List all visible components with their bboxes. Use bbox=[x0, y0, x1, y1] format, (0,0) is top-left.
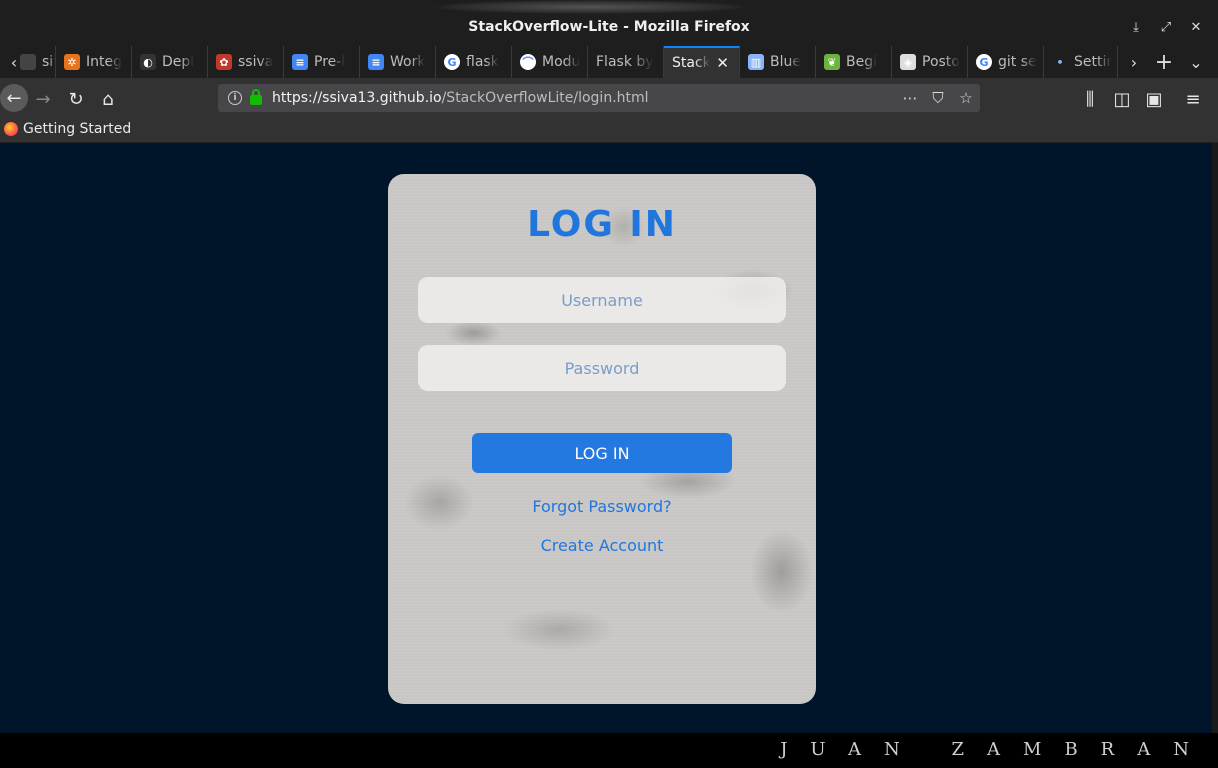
login-card: LOG IN LOG IN Forgot Password? Create Ac… bbox=[388, 174, 816, 704]
tab-label: Blue bbox=[770, 54, 801, 70]
bookmark-star-icon[interactable]: ☆ bbox=[956, 88, 976, 108]
tab-label: Posto bbox=[922, 54, 960, 70]
tab-5[interactable]: ≡ Work bbox=[360, 46, 436, 78]
page-viewport: LOG IN LOG IN Forgot Password? Create Ac… bbox=[0, 143, 1212, 733]
minimize-icon[interactable]: ⤓ bbox=[1126, 20, 1146, 35]
close-window-icon[interactable]: ✕ bbox=[1186, 20, 1206, 35]
bookmarks-toolbar: Getting Started bbox=[0, 118, 1218, 143]
tab-favicon-icon: G bbox=[976, 54, 992, 70]
tab-13[interactable]: Ggit se bbox=[968, 46, 1044, 78]
tab-1[interactable]: ✲ Integ bbox=[56, 46, 132, 78]
scrollbar-track[interactable] bbox=[1212, 143, 1218, 733]
login-button[interactable]: LOG IN bbox=[472, 433, 732, 473]
url-text[interactable]: https://ssiva13.github.io/StackOverflowL… bbox=[272, 90, 649, 106]
wallpaper-fragment bbox=[430, 0, 750, 14]
window-titlebar: StackOverflow-Lite - Mozilla Firefox ⤓ ⤢… bbox=[0, 0, 1218, 46]
desktop-signature: JUAN ZAMBRAN bbox=[780, 739, 1212, 760]
tab-favicon-icon: ◐ bbox=[140, 54, 156, 70]
tab-8[interactable]: Flask by bbox=[588, 46, 664, 78]
tab-label: flask bbox=[466, 54, 499, 70]
bookmark-label: Getting Started bbox=[23, 121, 132, 137]
tab-4[interactable]: ≡ Pre-l bbox=[284, 46, 360, 78]
reload-icon[interactable]: ↻ bbox=[63, 86, 89, 112]
tab-favicon-icon: ≡ bbox=[368, 54, 384, 70]
tab-12[interactable]: ◈ Posto bbox=[892, 46, 968, 78]
desktop-taskbar: JUAN ZAMBRAN bbox=[0, 733, 1218, 768]
tab-favicon-icon: ◈ bbox=[900, 54, 916, 70]
synced-devices-icon[interactable]: ▣ bbox=[1141, 86, 1167, 112]
password-input[interactable] bbox=[418, 345, 786, 391]
window-title: StackOverflow-Lite - Mozilla Firefox bbox=[468, 19, 750, 35]
tab-favicon-icon: ≡ bbox=[292, 54, 308, 70]
tab-favicon-icon: • bbox=[1056, 55, 1064, 69]
pocket-icon[interactable]: ⛉ bbox=[928, 88, 948, 108]
bookmark-getting-started[interactable]: Getting Started bbox=[4, 121, 131, 137]
url-path: /StackOverflowLite/login.html bbox=[441, 90, 649, 106]
forgot-password-link[interactable]: Forgot Password? bbox=[388, 497, 816, 516]
tab-favicon-icon: ❦ bbox=[824, 54, 840, 70]
tab-11[interactable]: ❦ Begi bbox=[816, 46, 892, 78]
create-account-link[interactable]: Create Account bbox=[388, 536, 816, 555]
tab-6[interactable]: Gflask bbox=[436, 46, 512, 78]
tab-favicon-icon: ✲ bbox=[64, 54, 80, 70]
hamburger-menu-icon[interactable]: ≡ bbox=[1180, 86, 1206, 112]
tab-favicon-icon: ▥ bbox=[748, 54, 764, 70]
url-host: https://ssiva13.github.io bbox=[272, 90, 442, 106]
tab-label: Begi bbox=[846, 54, 877, 70]
tab-label: ssiva bbox=[238, 54, 274, 70]
tab-14[interactable]: • Settir bbox=[1044, 46, 1118, 78]
new-tab-icon[interactable]: + bbox=[1150, 46, 1178, 78]
page-actions-ellipsis-icon[interactable]: ⋯ bbox=[900, 88, 920, 108]
tab-favicon-icon: ⌒ bbox=[520, 54, 536, 70]
home-icon[interactable]: ⌂ bbox=[95, 86, 121, 112]
tab-label: Pre-l bbox=[314, 54, 346, 70]
tab-label: git se bbox=[998, 54, 1037, 70]
address-bar[interactable]: i https://ssiva13.github.io/StackOverflo… bbox=[218, 84, 980, 112]
tab-7[interactable]: ⌒ Modu bbox=[512, 46, 588, 78]
tab-label: Integ bbox=[86, 54, 122, 70]
maximize-icon[interactable]: ⤢ bbox=[1156, 20, 1176, 35]
tab-label: Settir bbox=[1074, 54, 1113, 70]
tab-9[interactable]: Stack ✕ bbox=[664, 46, 740, 78]
tab-label: Modu bbox=[542, 54, 581, 70]
site-info-icon[interactable]: i bbox=[228, 91, 242, 105]
tab-favicon-icon: ✿ bbox=[216, 54, 232, 70]
username-input[interactable] bbox=[418, 277, 786, 323]
tab-10[interactable]: ▥ Blue bbox=[740, 46, 816, 78]
tab-list-chevron-down-icon[interactable]: ⌄ bbox=[1182, 46, 1210, 78]
forward-arrow-icon[interactable]: → bbox=[30, 86, 56, 112]
secure-lock-icon[interactable] bbox=[250, 89, 262, 105]
tab-2[interactable]: ◐ Depl bbox=[132, 46, 208, 78]
tab-3[interactable]: ✿ ssiva bbox=[208, 46, 284, 78]
sidebar-icon[interactable]: ◫ bbox=[1109, 86, 1135, 112]
back-arrow-icon[interactable]: ← bbox=[0, 84, 28, 112]
tab-favicon-icon: G bbox=[444, 54, 460, 70]
tab-label: Stack bbox=[672, 55, 710, 71]
tab-label: Work bbox=[390, 54, 426, 70]
close-tab-icon[interactable]: ✕ bbox=[716, 54, 729, 72]
firefox-icon bbox=[4, 122, 18, 136]
library-icon[interactable]: ⫼ bbox=[1077, 86, 1103, 112]
scroll-tabs-left-icon[interactable]: ‹ bbox=[0, 46, 28, 78]
tab-label: Flask by bbox=[596, 54, 654, 70]
scroll-tabs-right-icon[interactable]: › bbox=[1120, 46, 1148, 78]
login-heading: LOG IN bbox=[527, 204, 677, 245]
tab-strip: siva ✲ Integ ◐ Depl ✿ ssiva ≡ Pre-l ≡ Work Gflask ⌒ M… bbox=[0, 46, 1218, 78]
navigation-toolbar: ← → ↻ ⌂ i https://ssiva13.github.io/Stac… bbox=[0, 78, 1218, 118]
tab-label: siva bbox=[42, 54, 55, 70]
tab-label: Depl bbox=[162, 54, 195, 70]
